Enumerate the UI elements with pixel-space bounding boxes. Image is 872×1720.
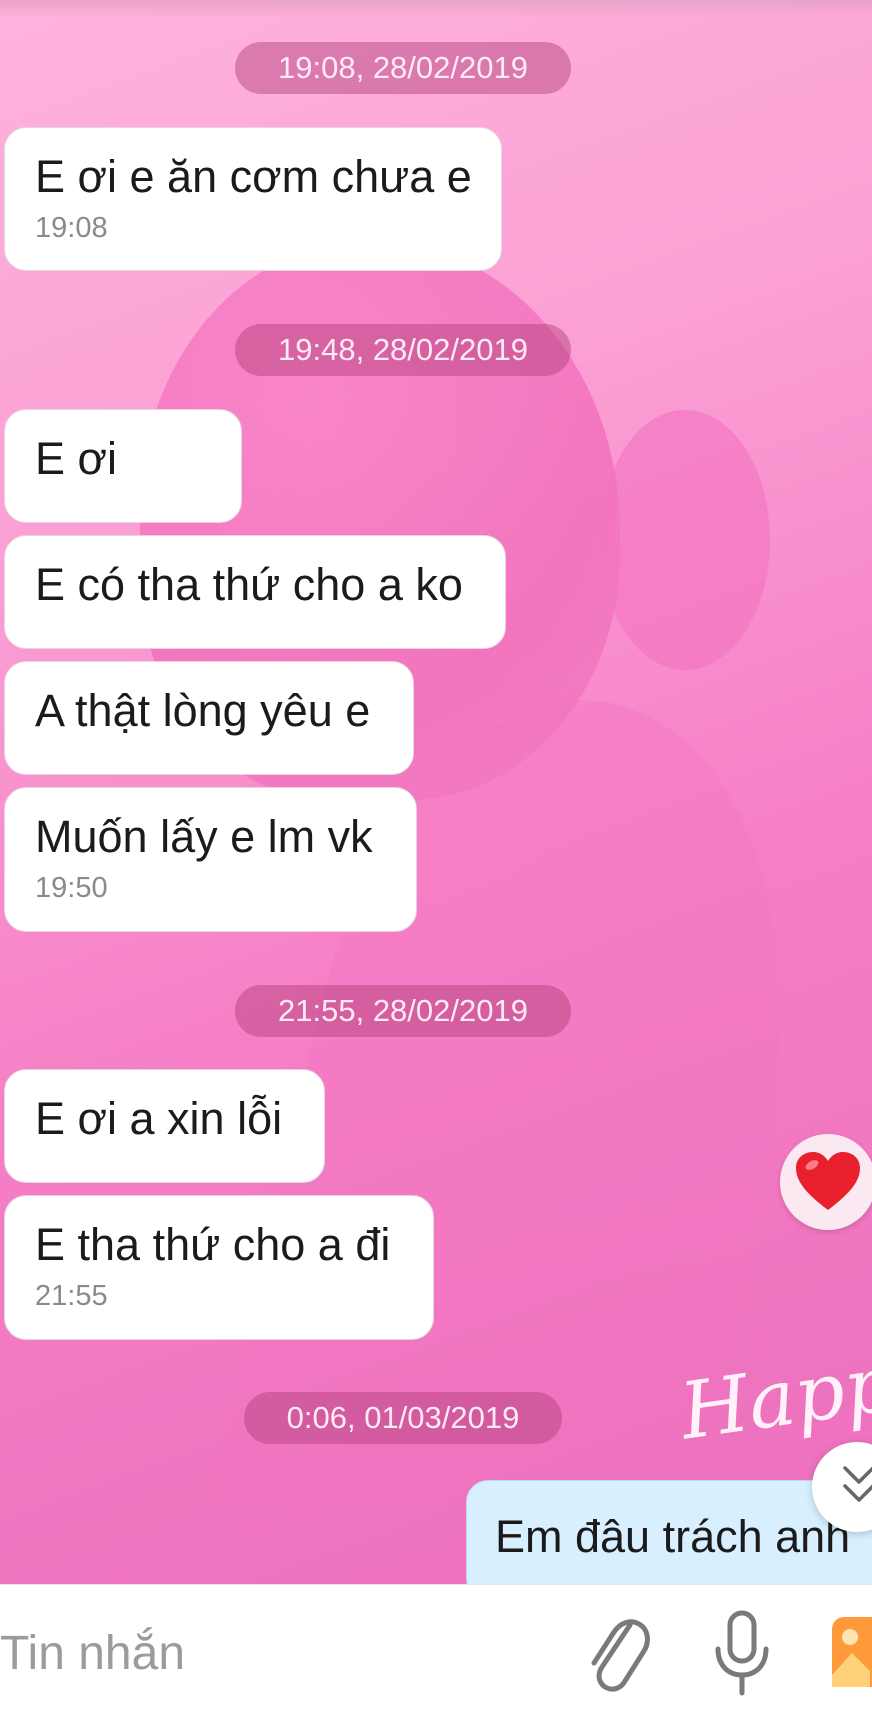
message-time: 19:08 — [35, 212, 108, 244]
date-separator: 19:48, 28/02/2019 — [235, 324, 571, 376]
outgoing-message-bubble[interactable]: Em đâu trách anh — [466, 1480, 872, 1584]
top-fade — [0, 0, 872, 18]
date-separator: 0:06, 01/03/2019 — [244, 1392, 562, 1444]
gallery-icon — [832, 1617, 872, 1687]
message-bubble[interactable]: E có tha thứ cho a ko — [4, 535, 506, 649]
heart-icon — [796, 1152, 860, 1210]
message-bubble[interactable]: E tha thứ cho a đi 21:55 — [4, 1195, 434, 1340]
attach-icon — [591, 1619, 650, 1692]
gallery-button[interactable] — [830, 1615, 872, 1696]
message-text: A thật lòng yêu e — [35, 685, 371, 736]
message-text: E ơi a xin lỗi — [35, 1093, 283, 1144]
date-separator: 19:08, 28/02/2019 — [235, 42, 571, 94]
message-bubble[interactable]: E ơi e ăn cơm chưa e 19:08 — [4, 127, 502, 271]
chat-area[interactable]: Happy 19:08, 28/02/2019 E ơi e ăn cơm ch… — [0, 0, 872, 1584]
message-text: Em đâu trách anh — [495, 1511, 851, 1562]
date-separator: 21:55, 28/02/2019 — [235, 985, 571, 1037]
message-bubble[interactable]: E ơi — [4, 409, 242, 523]
message-bubble[interactable]: E ơi a xin lỗi — [4, 1069, 325, 1183]
attach-button[interactable] — [582, 1609, 652, 1700]
heart-reaction-button[interactable] — [780, 1134, 872, 1230]
message-input-bar — [0, 1584, 872, 1720]
message-input[interactable] — [0, 1613, 560, 1693]
message-text: Muốn lấy e lm vk — [35, 811, 373, 862]
microphone-icon — [715, 1610, 769, 1696]
microphone-button[interactable] — [712, 1609, 772, 1704]
message-time: 21:55 — [35, 1280, 108, 1312]
double-chevron-down-icon — [843, 1466, 872, 1502]
message-bubble[interactable]: Muốn lấy e lm vk 19:50 — [4, 787, 417, 932]
message-time: 19:50 — [35, 872, 108, 904]
message-bubble[interactable]: A thật lòng yêu e — [4, 661, 414, 775]
message-text: E tha thứ cho a đi — [35, 1219, 391, 1270]
message-text: E ơi — [35, 433, 118, 484]
message-text: E có tha thứ cho a ko — [35, 559, 463, 610]
message-text: E ơi e ăn cơm chưa e — [35, 151, 472, 202]
background-silhouette-bun — [600, 410, 770, 670]
